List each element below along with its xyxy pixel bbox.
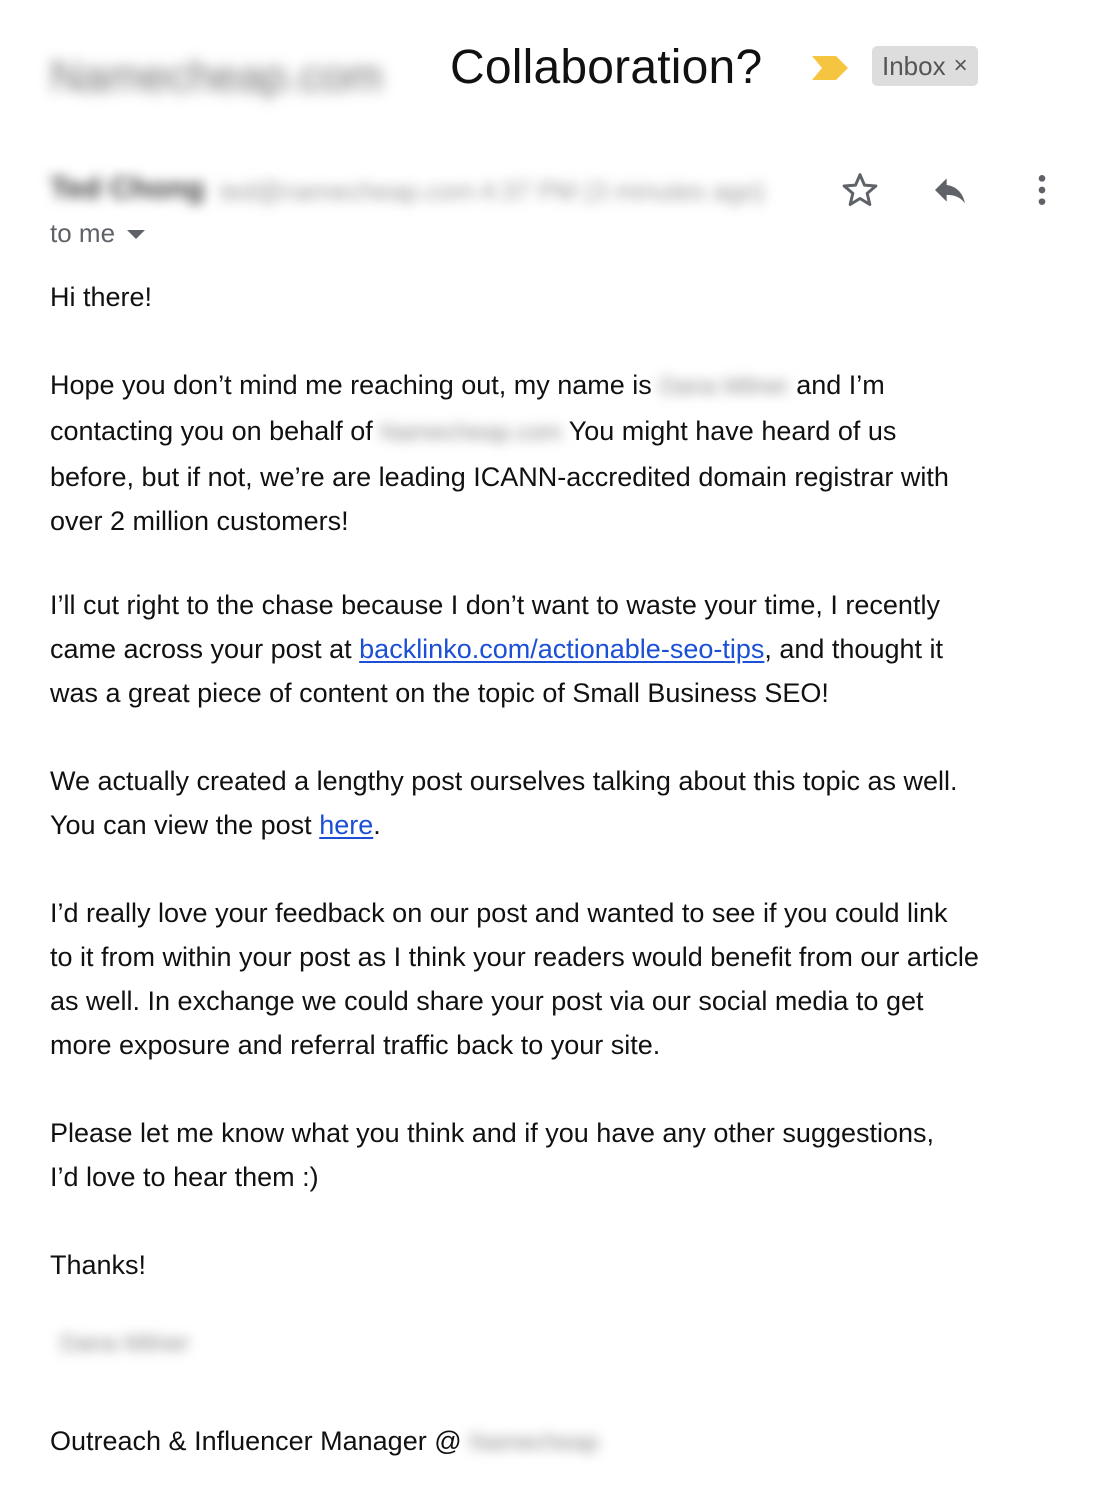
reply-icon[interactable] <box>928 168 972 212</box>
paragraph-intro: Hope you don’t mind me reaching out, my … <box>50 363 1070 543</box>
greeting-line: Hi there! <box>50 282 153 312</box>
paragraph-line: before, but if not, we’re are leading IC… <box>50 462 949 492</box>
text-fragment: You might have heard of us <box>568 416 897 446</box>
more-vert-icon[interactable] <box>1020 168 1064 212</box>
email-subject-row: Namecheap.com Collaboration? Inbox × <box>40 38 1060 101</box>
redacted-name: Dana Milner <box>659 373 789 400</box>
chevron-down-icon[interactable] <box>127 230 146 239</box>
text-fragment: came across your post at <box>50 634 352 664</box>
paragraph-line: over 2 million customers! <box>50 506 349 536</box>
signature-line: Outreach & Influencer Manager @ Namechea… <box>50 1419 1070 1465</box>
paragraph-line: was a great piece of content on the topi… <box>50 678 829 708</box>
to-me-label: to me <box>50 218 116 248</box>
paragraph-line: to it from within your post as I think y… <box>50 942 979 972</box>
paragraph-our-post: We actually created a lengthy post ourse… <box>50 759 1070 847</box>
text-fragment: contacting you on behalf of <box>50 416 373 446</box>
paragraph-post-mention: I’ll cut right to the chase because I do… <box>50 583 1070 715</box>
paragraph-line: We actually created a lengthy post ourse… <box>50 766 958 796</box>
paragraph-suggestions: Please let me know what you think and if… <box>50 1111 1070 1199</box>
paragraph-line: Hope you don’t mind me reaching out, my … <box>50 363 1070 409</box>
sender-row: Ted Chong ted@namecheap.com 4:37 PM (3 m… <box>50 168 1060 212</box>
text-fragment: , and thought it <box>764 634 943 664</box>
star-icon[interactable] <box>838 168 882 212</box>
signature-title-text: Outreach & Influencer Manager @ <box>50 1426 462 1456</box>
inbox-label-text: Inbox <box>882 50 946 81</box>
paragraph-line: contacting you on behalf of Namecheap.co… <box>50 409 1070 455</box>
redacted-sender-name: Ted Chong <box>50 172 205 205</box>
paragraph-request: I’d really love your feedback on our pos… <box>50 891 1070 1067</box>
recipient-details-toggle[interactable]: to me <box>50 218 146 249</box>
redacted-sender-domain: Namecheap.com <box>50 52 383 101</box>
redacted-timestamp: 4:37 PM (3 minutes ago) <box>480 176 765 206</box>
paragraph-line: I’d really love your feedback on our pos… <box>50 898 948 928</box>
inbox-label-chip[interactable]: Inbox × <box>872 46 978 86</box>
email-greeting: Hi there! <box>50 275 1070 319</box>
text-fragment: . <box>373 810 381 840</box>
redacted-sender-email: ted@namecheap.com <box>220 176 475 206</box>
paragraph-line: I’d love to hear them :) <box>50 1162 319 1192</box>
email-subject: Collaboration? <box>450 41 763 94</box>
redacted-signature-company: Namecheap <box>469 1429 599 1456</box>
paragraph-line: Please let me know what you think and if… <box>50 1118 935 1148</box>
redacted-signature-name: Dana Milner <box>60 1330 190 1357</box>
importance-marker-icon[interactable] <box>810 54 850 82</box>
remove-label-close-icon[interactable]: × <box>954 54 968 78</box>
text-fragment: You can view the post <box>50 810 312 840</box>
paragraph-line: as well. In exchange we could share your… <box>50 986 924 1016</box>
paragraph-line: You can view the post here. <box>50 803 1070 847</box>
here-link[interactable]: here <box>319 810 373 840</box>
closing: Thanks! <box>50 1243 1070 1287</box>
closing-line: Thanks! <box>50 1250 147 1280</box>
paragraph-line: I’ll cut right to the chase because I do… <box>50 590 940 620</box>
backlinko-post-link[interactable]: backlinko.com/actionable-seo-tips <box>359 634 764 664</box>
text-fragment: Hope you don’t mind me reaching out, my … <box>50 370 652 400</box>
paragraph-line: came across your post at backlinko.com/a… <box>50 627 1070 671</box>
signature-title: Outreach & Influencer Manager @ Namechea… <box>50 1419 1070 1465</box>
paragraph-line: more exposure and referral traffic back … <box>50 1030 661 1060</box>
text-fragment: and I’m <box>796 370 885 400</box>
redacted-company: Namecheap.com <box>380 419 562 446</box>
